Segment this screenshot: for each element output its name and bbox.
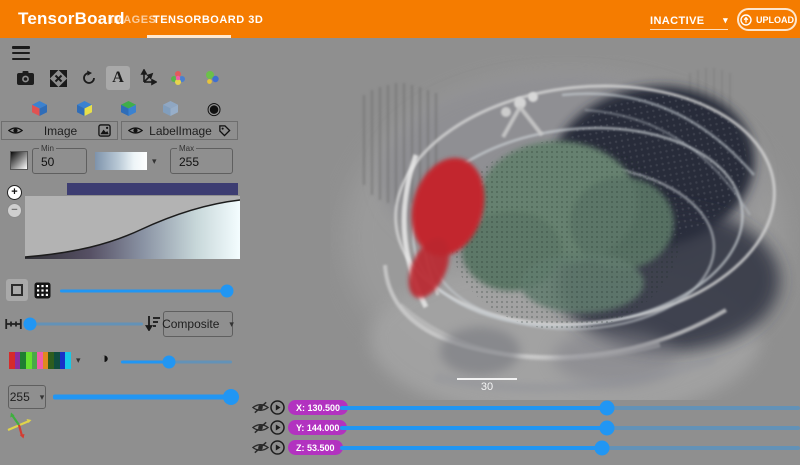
tab-tensorboard-3d[interactable]: TENSORBOARD 3D	[153, 14, 263, 26]
move-3d-button[interactable]	[136, 66, 160, 90]
visibility-off-icon[interactable]	[252, 441, 269, 454]
visibility-off-icon[interactable]	[252, 401, 269, 414]
slice-slider-row-y: Y: 144.000	[0, 418, 800, 438]
view-y-button[interactable]	[72, 96, 96, 120]
multivolume-button[interactable]	[166, 66, 190, 90]
transfer-gradient-swatch[interactable]	[10, 151, 28, 170]
fullscreen-icon	[50, 70, 67, 87]
min-field[interactable]: Min 50	[32, 148, 87, 174]
histogram-zoom-out-button[interactable]: −	[7, 203, 22, 218]
view-x-button[interactable]	[27, 96, 51, 120]
slice-slider-row-x: X: 130.500	[0, 398, 800, 418]
point-sets-button[interactable]	[200, 66, 224, 90]
slice-x-slider[interactable]	[340, 400, 800, 415]
layer-image-chip[interactable]: Image	[1, 121, 118, 140]
reset-rotation-button[interactable]	[77, 66, 101, 90]
layer-labelimage-label: LabelImage	[147, 124, 214, 138]
cube-faded-icon	[161, 99, 180, 118]
chevron-down-icon: ▾	[76, 355, 81, 366]
tensorboard-3d-app: TensorBoard IMAGES TENSORBOARD 3D INACTI…	[0, 0, 800, 465]
blend-mode-select[interactable]: Composite ▾	[163, 311, 233, 337]
max-field-label: Max	[177, 144, 196, 153]
fullscreen-button[interactable]	[46, 66, 70, 90]
chevron-down-icon: ▾	[229, 319, 234, 330]
scale-bar-label: 30	[457, 381, 517, 393]
upload-icon	[740, 14, 752, 26]
visibility-off-icon[interactable]	[252, 421, 269, 434]
slice-y-slider[interactable]	[340, 420, 800, 435]
min-field-value: 50	[41, 155, 54, 169]
label-colormap-select[interactable]: ▾	[9, 352, 81, 369]
chevron-down-icon: ▾	[723, 15, 728, 26]
eye-icon	[8, 125, 23, 136]
annotations-toggle-button[interactable]: A	[106, 66, 130, 90]
min-field-label: Min	[39, 144, 56, 153]
upload-label: UPLOAD	[756, 15, 794, 25]
histogram-zoom-in-button[interactable]: +	[7, 185, 22, 200]
scale-bar	[457, 378, 517, 380]
cube-x-icon	[30, 99, 49, 118]
app-title: TensorBoard	[18, 9, 125, 29]
screenshot-button[interactable]	[13, 66, 37, 90]
active-tab-underline	[147, 35, 231, 38]
play-icon[interactable]	[270, 420, 285, 435]
recenter-button[interactable]: ◉	[202, 96, 226, 120]
blend-mode-value: Composite	[162, 317, 219, 331]
grayscale-colormap-select[interactable]: ▾	[95, 151, 160, 171]
opacity-curve	[25, 196, 240, 259]
checkerboard-icon	[34, 282, 51, 299]
header-bar: TensorBoard IMAGES TENSORBOARD 3D INACTI…	[0, 0, 800, 38]
window-range-bar[interactable]	[67, 183, 238, 195]
max-field[interactable]: Max 255	[170, 148, 233, 174]
tab-images[interactable]: IMAGES	[110, 14, 156, 26]
view-z-button[interactable]	[116, 96, 140, 120]
colored-points-icon	[203, 69, 221, 87]
cube-z-icon	[119, 99, 138, 118]
slice-slider-row-z: Z: 53.500	[0, 438, 800, 458]
gradient-opacity-slider[interactable]	[24, 317, 143, 330]
contrast-icon: ◑	[100, 351, 109, 366]
upload-button[interactable]: UPLOAD	[737, 8, 797, 31]
sampling-toggle[interactable]	[31, 279, 53, 301]
max-field-value: 255	[179, 155, 199, 169]
rotate-icon	[81, 70, 97, 86]
sort-values-icon	[145, 314, 161, 331]
opacity-slider[interactable]	[60, 284, 232, 297]
colormap-gradient-preview	[95, 152, 147, 170]
view-oblique-button[interactable]	[158, 96, 182, 120]
axes-move-icon	[139, 69, 157, 87]
transfer-function-histogram[interactable]	[25, 196, 240, 259]
annotation-letter-icon: A	[112, 70, 124, 86]
slice-y-badge: Y: 144.000	[288, 420, 347, 435]
target-icon: ◉	[207, 100, 222, 117]
chevron-down-icon: ▾	[152, 156, 157, 167]
run-status-value: INACTIVE	[650, 15, 705, 27]
run-status-select[interactable]: INACTIVE ▾	[650, 12, 728, 30]
layer-labelimage-chip[interactable]: LabelImage	[121, 121, 238, 140]
slice-z-slider[interactable]	[340, 440, 800, 455]
bounding-box-toggle[interactable]	[6, 279, 28, 301]
square-outline-icon	[11, 284, 23, 296]
volume-render-view[interactable]	[330, 55, 800, 400]
layer-image-label: Image	[27, 124, 94, 138]
label-colormap-strip	[9, 352, 71, 369]
camera-icon	[16, 70, 35, 86]
slice-z-badge: Z: 53.500	[288, 440, 343, 455]
tag-icon	[218, 124, 231, 137]
play-icon[interactable]	[270, 440, 285, 455]
menu-icon[interactable]	[12, 46, 30, 60]
color-flower-icon	[169, 69, 187, 87]
gradient-opacity-icon	[5, 318, 22, 330]
image-icon	[98, 124, 111, 137]
play-icon[interactable]	[270, 400, 285, 415]
eye-icon	[128, 125, 143, 136]
label-opacity-slider[interactable]	[121, 355, 232, 368]
cube-y-icon	[75, 99, 94, 118]
